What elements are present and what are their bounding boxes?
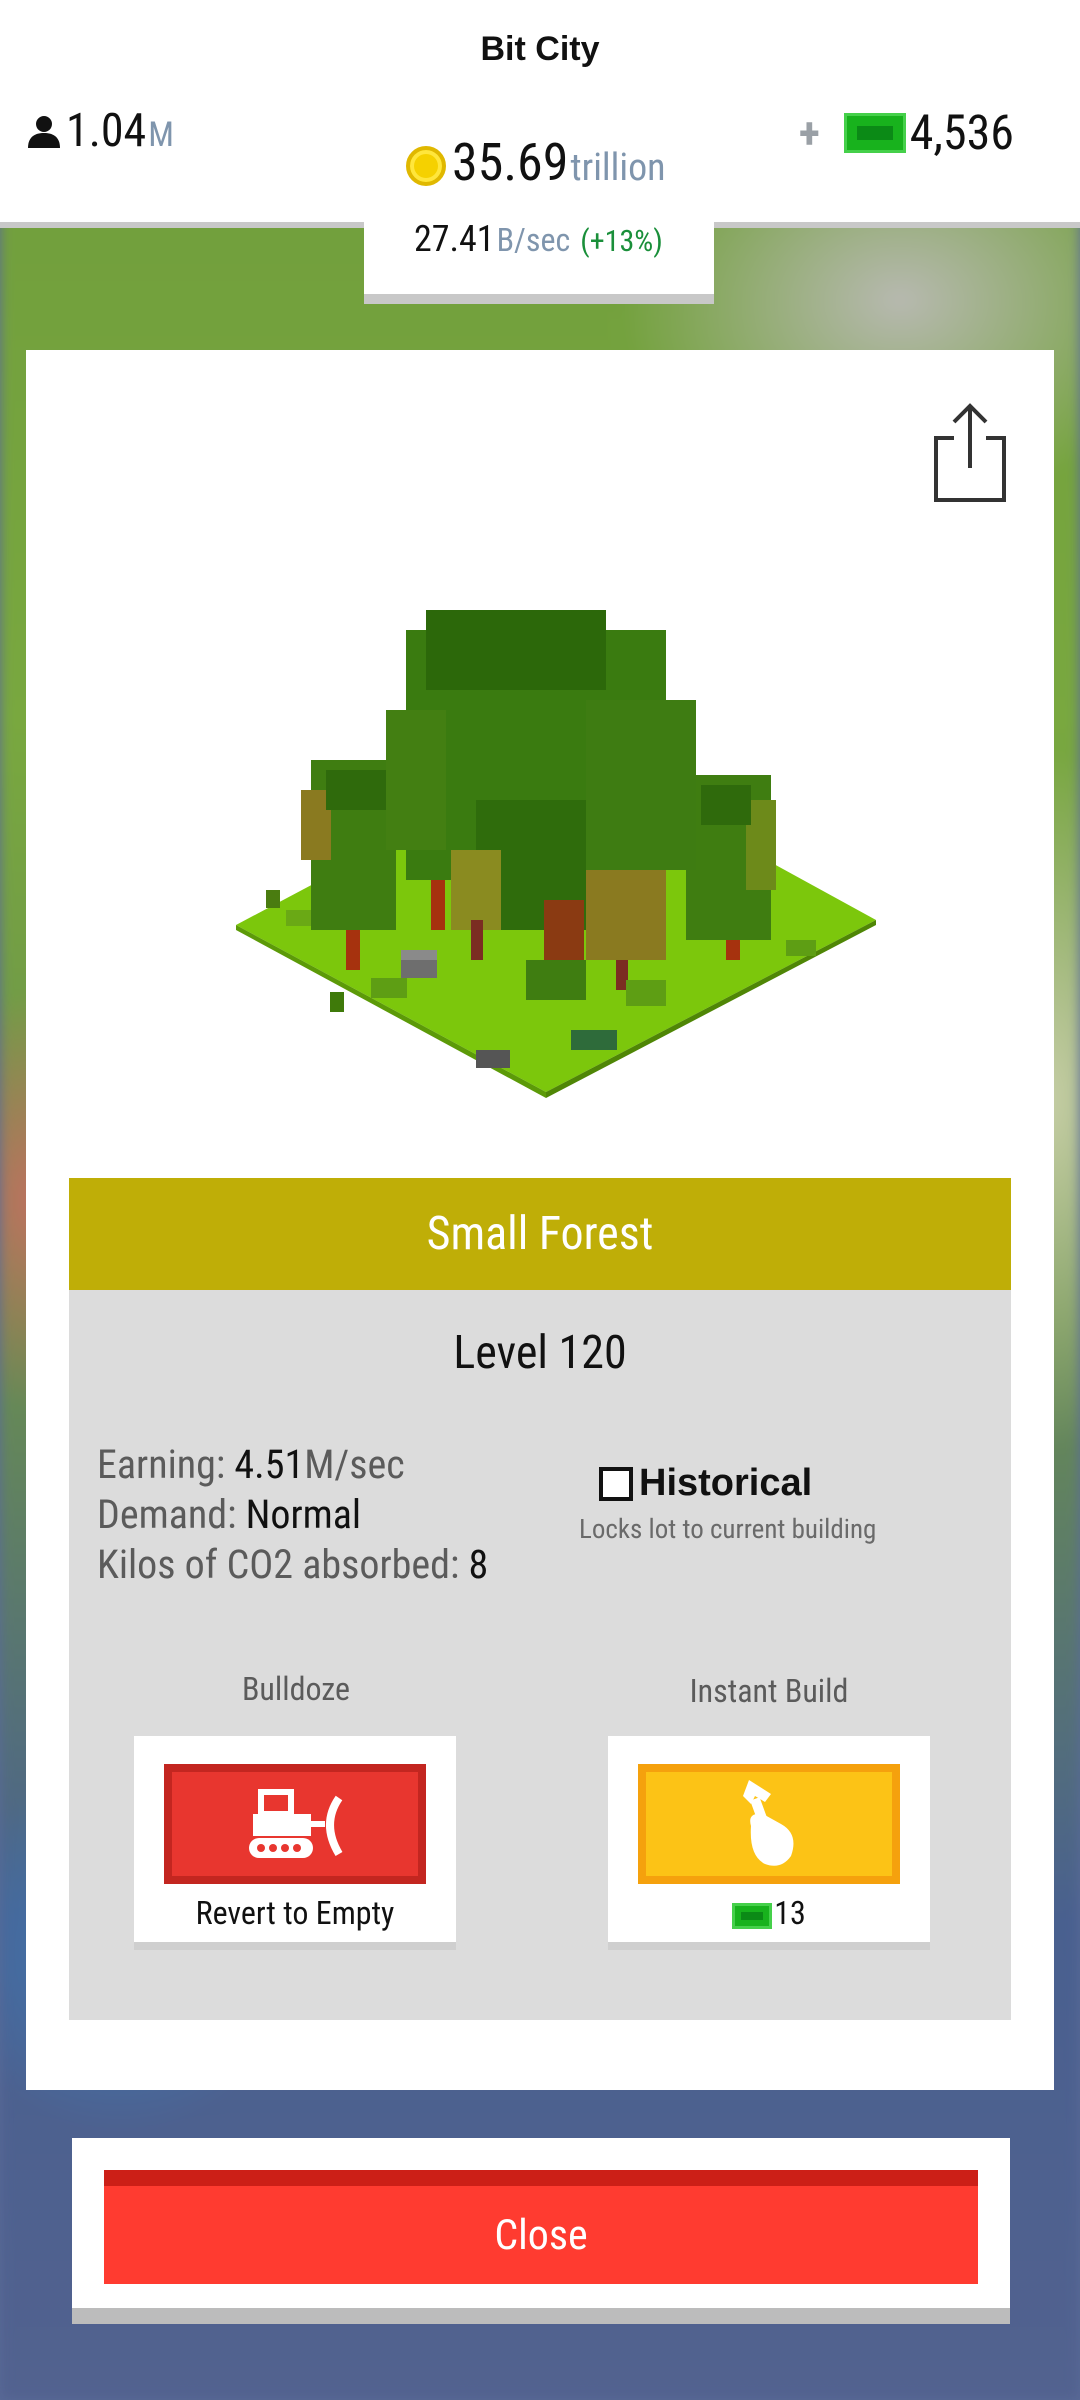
income-rate: 27.41 B/sec (+13%) bbox=[414, 218, 663, 260]
historical-description: Locks lot to current building bbox=[579, 1513, 877, 1545]
bulldoze-caption: Revert to Empty bbox=[195, 1894, 395, 1932]
earning-value: 4.51 bbox=[234, 1441, 305, 1488]
coin-balance-panel: 35.69 trillion 27.41 B/sec (+13%) bbox=[364, 124, 714, 304]
bulldoze-label-text: Bulldoze bbox=[241, 1670, 351, 1708]
historical-toggle[interactable]: Historical Locks lot to current building bbox=[579, 1462, 876, 1545]
co2-value: 8 bbox=[468, 1541, 489, 1588]
app-title: Bit City bbox=[480, 30, 600, 68]
demand-value: Normal bbox=[245, 1491, 362, 1538]
coin-unit: trillion bbox=[570, 146, 666, 190]
earning-stat: Earning: 4.51M/sec bbox=[97, 1440, 488, 1490]
instant-build-cost: 13 bbox=[608, 1894, 930, 1932]
bulldozer-icon bbox=[249, 1789, 343, 1858]
cash-icon bbox=[732, 1902, 773, 1929]
person-icon bbox=[28, 116, 60, 148]
population-value: 1.04 bbox=[66, 104, 147, 158]
bulldoze-card[interactable]: Revert to Empty bbox=[134, 1736, 456, 1950]
earning-label: Earning: bbox=[97, 1441, 235, 1488]
add-cash-button[interactable]: + bbox=[799, 107, 820, 159]
demand-stat: Demand: Normal bbox=[97, 1490, 488, 1540]
cash-counter[interactable]: + 4,536 bbox=[799, 104, 1014, 161]
coin-icon bbox=[406, 146, 446, 186]
rate-value: 27.41 bbox=[414, 218, 495, 260]
coin-value: 35.69 bbox=[452, 132, 569, 193]
cash-icon bbox=[843, 112, 906, 153]
historical-checkbox[interactable] bbox=[599, 1466, 633, 1501]
population-counter: 1.04 M bbox=[26, 104, 174, 158]
small-forest-illustration bbox=[236, 610, 876, 1098]
building-level: Level 120 bbox=[453, 1326, 627, 1380]
instant-build-label: Instant Build bbox=[689, 1672, 849, 1710]
coin-balance: 35.69 trillion bbox=[406, 132, 666, 193]
co2-stat: Kilos of CO2 absorbed: 8 bbox=[97, 1540, 488, 1590]
building-name-bar: Small Forest bbox=[69, 1178, 1011, 1290]
close-button[interactable]: Close bbox=[104, 2170, 978, 2284]
bulldoze-button[interactable] bbox=[164, 1764, 426, 1884]
rate-percent: (+13%) bbox=[580, 224, 663, 259]
population-unit: M bbox=[148, 115, 174, 155]
demand-label: Demand: bbox=[97, 1491, 246, 1538]
co2-label: Kilos of CO2 absorbed: bbox=[97, 1541, 469, 1588]
close-button-container: Close bbox=[72, 2138, 1010, 2324]
instant-build-card[interactable]: 13 bbox=[608, 1736, 930, 1950]
earning-unit: M/sec bbox=[304, 1441, 405, 1488]
instant-build-button[interactable] bbox=[638, 1764, 900, 1884]
hammer-hand-icon bbox=[743, 1780, 794, 1866]
instant-build-cost-value: 13 bbox=[774, 1894, 806, 1932]
cash-value: 4,536 bbox=[909, 104, 1014, 161]
share-icon[interactable] bbox=[930, 400, 1010, 504]
building-stats: Earning: 4.51M/sec Demand: Normal Kilos … bbox=[97, 1440, 488, 1590]
rate-unit: B/sec bbox=[496, 221, 571, 259]
historical-label: Historical bbox=[639, 1462, 813, 1504]
